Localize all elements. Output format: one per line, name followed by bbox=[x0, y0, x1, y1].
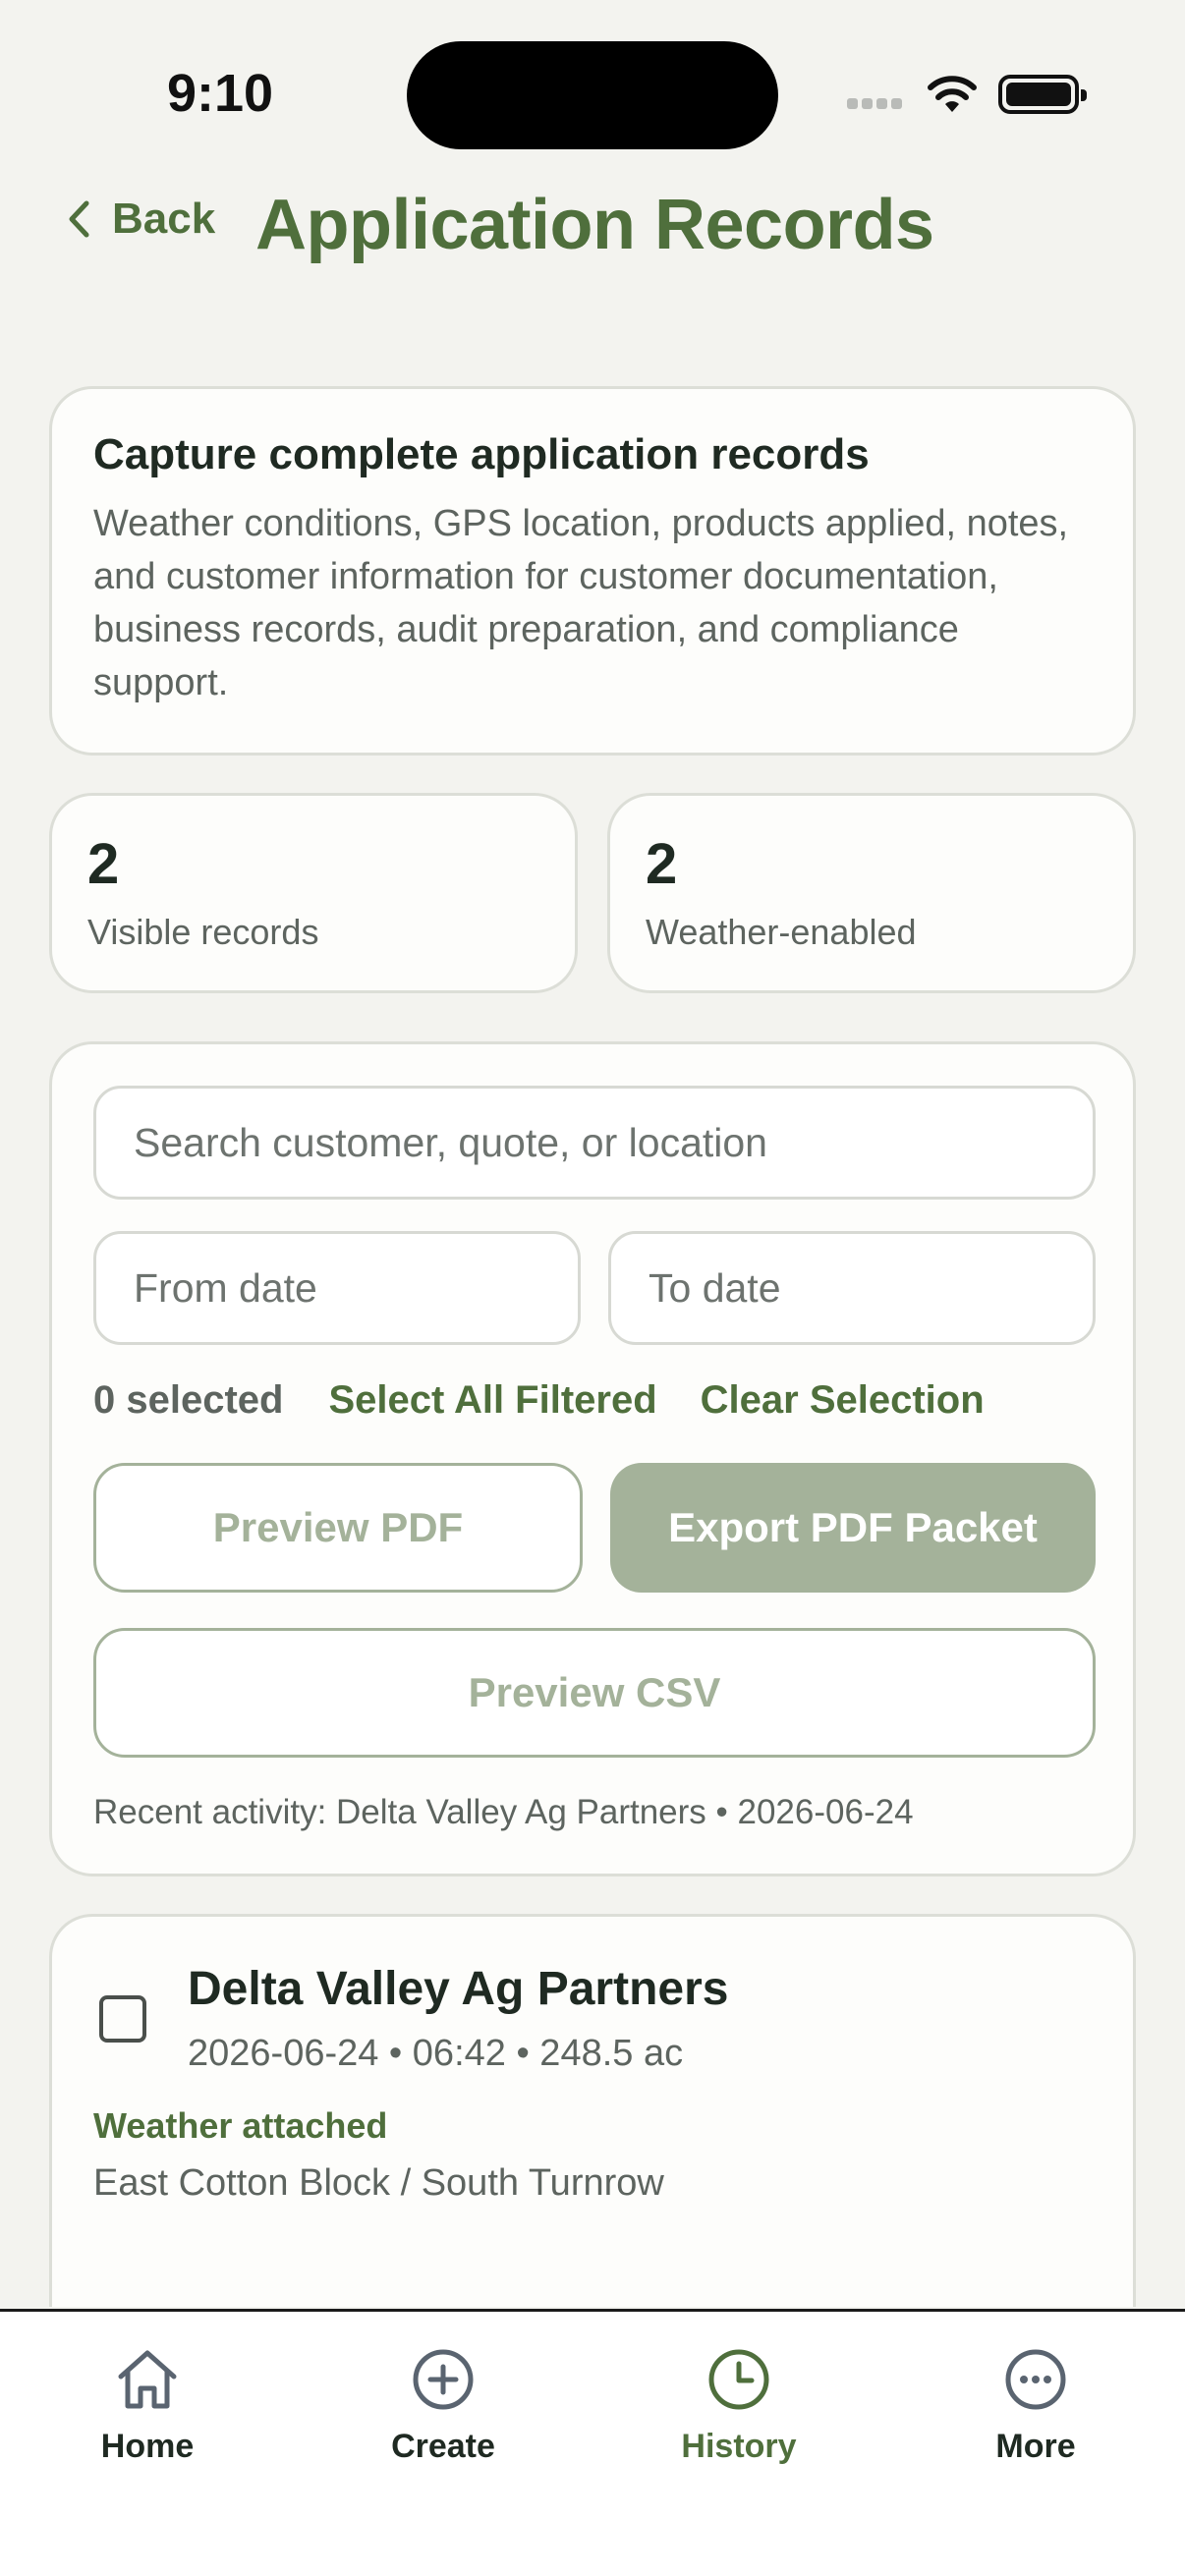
record-location: East Cotton Block / South Turnrow bbox=[93, 2162, 664, 2204]
home-icon bbox=[118, 2350, 177, 2409]
search-input[interactable]: Search customer, quote, or location bbox=[93, 1086, 1096, 1200]
filters-card: Search customer, quote, or location From… bbox=[49, 1041, 1136, 1876]
tab-label: History bbox=[681, 2428, 797, 2465]
preview-csv-button[interactable]: Preview CSV bbox=[93, 1628, 1096, 1758]
clock-icon bbox=[708, 2349, 769, 2410]
cellular-signal-icon bbox=[847, 96, 906, 114]
selected-count: 0 selected bbox=[93, 1378, 284, 1422]
back-label: Back bbox=[112, 195, 216, 243]
chevron-left-icon bbox=[69, 200, 89, 238]
intro-body: Weather conditions, GPS location, produc… bbox=[93, 503, 1069, 703]
tab-label: Home bbox=[100, 2428, 195, 2465]
selection-row: 0 selected Select All Filtered Clear Sel… bbox=[93, 1378, 1028, 1423]
page-title: Application Records bbox=[255, 186, 934, 264]
tab-label: Create bbox=[391, 2428, 495, 2465]
dynamic-island bbox=[407, 41, 778, 149]
intro-card: Capture complete application records Wea… bbox=[49, 386, 1136, 756]
battery-icon bbox=[998, 75, 1087, 114]
record-card[interactable]: Delta Valley Ag Partners 2026-06-24 • 06… bbox=[49, 1914, 1136, 2307]
tab-create[interactable]: Create bbox=[335, 2345, 551, 2466]
to-date-field[interactable]: To date bbox=[608, 1231, 1096, 1345]
stat-value: 2 bbox=[87, 832, 120, 896]
clear-selection-button[interactable]: Clear Selection bbox=[701, 1378, 985, 1423]
intro-title: Capture complete application records bbox=[93, 430, 870, 478]
preview-pdf-button[interactable]: Preview PDF bbox=[93, 1463, 583, 1593]
wifi-icon bbox=[926, 73, 979, 119]
tab-label: More bbox=[995, 2428, 1076, 2465]
stat-label: Weather-enabled bbox=[646, 912, 917, 952]
export-pdf-packet-button[interactable]: Export PDF Packet bbox=[610, 1463, 1096, 1593]
record-title: Delta Valley Ag Partners bbox=[188, 1963, 729, 2015]
from-date-placeholder: From date bbox=[134, 1264, 317, 1311]
record-checkbox[interactable] bbox=[99, 1995, 146, 2043]
search-placeholder: Search customer, quote, or location bbox=[134, 1119, 767, 1165]
back-button[interactable]: Back bbox=[67, 195, 215, 244]
stat-card-weather-enabled: 2 Weather-enabled bbox=[607, 793, 1136, 993]
tab-home[interactable]: Home bbox=[39, 2345, 255, 2466]
recent-activity: Recent activity: Delta Valley Ag Partner… bbox=[93, 1793, 914, 1831]
record-meta: 2026-06-24 • 06:42 • 248.5 ac bbox=[188, 2033, 684, 2074]
status-time: 9:10 bbox=[167, 64, 274, 123]
tab-history[interactable]: History bbox=[631, 2345, 847, 2466]
stat-label: Visible records bbox=[87, 912, 319, 952]
select-all-filtered-button[interactable]: Select All Filtered bbox=[328, 1378, 656, 1423]
tab-bar: Home Create History More bbox=[0, 2309, 1185, 2576]
more-icon bbox=[1005, 2349, 1066, 2410]
from-date-field[interactable]: From date bbox=[93, 1231, 581, 1345]
to-date-placeholder: To date bbox=[649, 1264, 781, 1311]
stat-card-visible-records: 2 Visible records bbox=[49, 793, 578, 993]
weather-badge: Weather attached bbox=[93, 2105, 388, 2146]
status-bar: 9:10 bbox=[0, 0, 1185, 187]
plus-circle-icon bbox=[413, 2349, 474, 2410]
stat-value: 2 bbox=[646, 832, 678, 896]
tab-more[interactable]: More bbox=[928, 2345, 1144, 2466]
